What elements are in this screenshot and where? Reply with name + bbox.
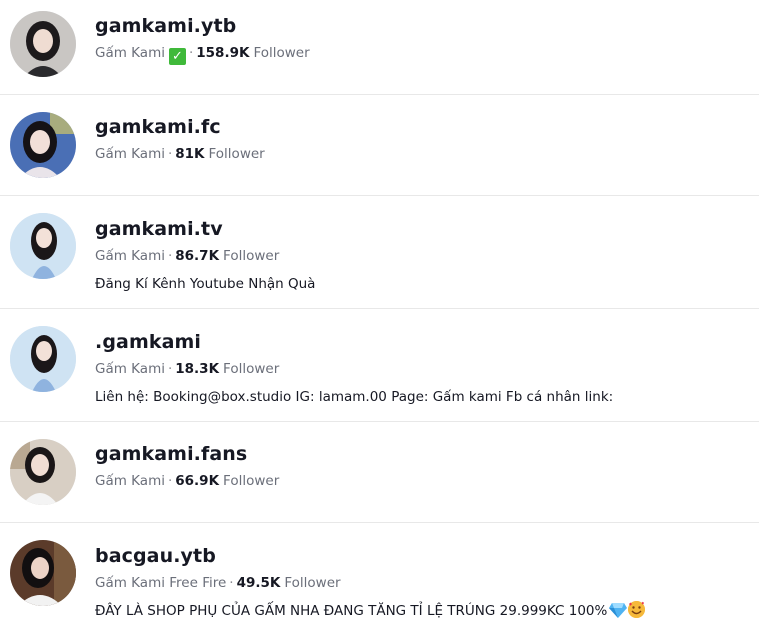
user-bio: Liên hệ: Booking@box.studio IG: lamam.00… — [95, 389, 614, 405]
gem-stone-icon — [609, 602, 628, 624]
avatar-image — [10, 326, 76, 392]
user-result-row[interactable]: gamkami.tv Gấm Kami · 86.7K Follower Đăng K… — [0, 197, 759, 309]
separator-dot: · — [167, 146, 173, 162]
follower-count: 66.9K — [175, 473, 220, 489]
nickname: Gấm Kami Free Fire — [95, 575, 227, 591]
nickname: Gấm Kami — [95, 248, 165, 264]
username[interactable]: gamkami.ytb — [95, 14, 749, 38]
avatar[interactable] — [10, 326, 76, 392]
avatar-image — [10, 213, 76, 279]
user-meta: Gấm Kami · 18.3K Follower — [95, 359, 749, 379]
nickname: Gấm Kami — [95, 361, 165, 377]
follower-label: Follower — [223, 361, 280, 377]
user-meta: Gấm Kami · 86.7K Follower — [95, 246, 749, 266]
nickname: Gấm Kami — [95, 146, 165, 162]
user-result-row[interactable]: gamkami.fans Gấm Kami · 66.9K Follower — [0, 423, 759, 523]
nickname: Gấm Kami — [95, 45, 165, 61]
follower-count: 49.5K — [236, 575, 281, 591]
username[interactable]: gamkami.fans — [95, 442, 749, 466]
user-meta: Gấm Kami Free Fire · 49.5K Follower — [95, 573, 749, 593]
user-result-row[interactable]: gamkami.fc Gấm Kami · 81K Follower — [0, 96, 759, 196]
user-bio-text: ĐÂY LÀ SHOP PHỤ CỦA GẤM NHA ĐANG TĂNG TỈ… — [95, 603, 608, 619]
user-result-row[interactable]: .gamkami Gấm Kami · 18.3K Follower Liên hệ:… — [0, 310, 759, 422]
user-info: gamkami.ytb Gấm Kami ✓ · 158.9K Follower — [95, 14, 749, 65]
avatar-image — [10, 11, 76, 77]
avatar-image — [10, 112, 76, 178]
follower-label: Follower — [223, 248, 280, 264]
search-results-list: gamkami.ytb Gấm Kami ✓ · 158.9K Follower gam… — [0, 0, 759, 636]
follower-count: 158.9K — [196, 45, 250, 61]
user-meta: Gấm Kami ✓ · 158.9K Follower — [95, 43, 749, 65]
user-bio: Đăng Kí Kênh Youtube Nhận Quà — [95, 276, 316, 292]
username[interactable]: .gamkami — [95, 330, 749, 354]
avatar[interactable] — [10, 112, 76, 178]
separator-dot: · — [167, 473, 173, 489]
user-info: .gamkami Gấm Kami · 18.3K Follower Liên hệ:… — [95, 330, 749, 407]
check-mark-button-icon: ✓ — [168, 48, 186, 65]
smiling-face-with-hearts-icon — [628, 601, 646, 618]
user-info: gamkami.fans Gấm Kami · 66.9K Follower — [95, 442, 749, 491]
user-meta: Gấm Kami · 81K Follower — [95, 144, 749, 164]
follower-count: 86.7K — [175, 248, 220, 264]
nickname: Gấm Kami — [95, 473, 165, 489]
separator-dot: · — [167, 361, 173, 377]
follower-label: Follower — [223, 473, 280, 489]
avatar[interactable] — [10, 439, 76, 505]
follower-label: Follower — [284, 575, 341, 591]
user-meta: Gấm Kami · 66.9K Follower — [95, 471, 749, 491]
avatar[interactable] — [10, 213, 76, 279]
separator-dot: · — [188, 45, 194, 61]
separator-dot: · — [229, 575, 234, 591]
user-info: gamkami.fc Gấm Kami · 81K Follower — [95, 115, 749, 164]
user-result-row[interactable]: bacgau.ytb Gấm Kami Free Fire · 49.5K Follo… — [0, 524, 759, 636]
username[interactable]: gamkami.fc — [95, 115, 749, 139]
avatar-image — [10, 540, 76, 606]
avatar[interactable] — [10, 11, 76, 77]
avatar[interactable] — [10, 540, 76, 606]
user-info: gamkami.tv Gấm Kami · 86.7K Follower Đăng K… — [95, 217, 749, 294]
follower-label: Follower — [208, 146, 265, 162]
follower-label: Follower — [253, 45, 310, 61]
user-bio: ĐÂY LÀ SHOP PHỤ CỦA GẤM NHA ĐANG TĂNG TỈ… — [95, 601, 749, 624]
follower-count: 81K — [175, 146, 205, 162]
username[interactable]: bacgau.ytb — [95, 544, 749, 568]
avatar-image — [10, 439, 76, 505]
user-result-row[interactable]: gamkami.ytb Gấm Kami ✓ · 158.9K Follower — [0, 0, 759, 95]
separator-dot: · — [167, 248, 173, 264]
follower-count: 18.3K — [175, 361, 220, 377]
user-info: bacgau.ytb Gấm Kami Free Fire · 49.5K Follo… — [95, 544, 749, 624]
username[interactable]: gamkami.tv — [95, 217, 749, 241]
